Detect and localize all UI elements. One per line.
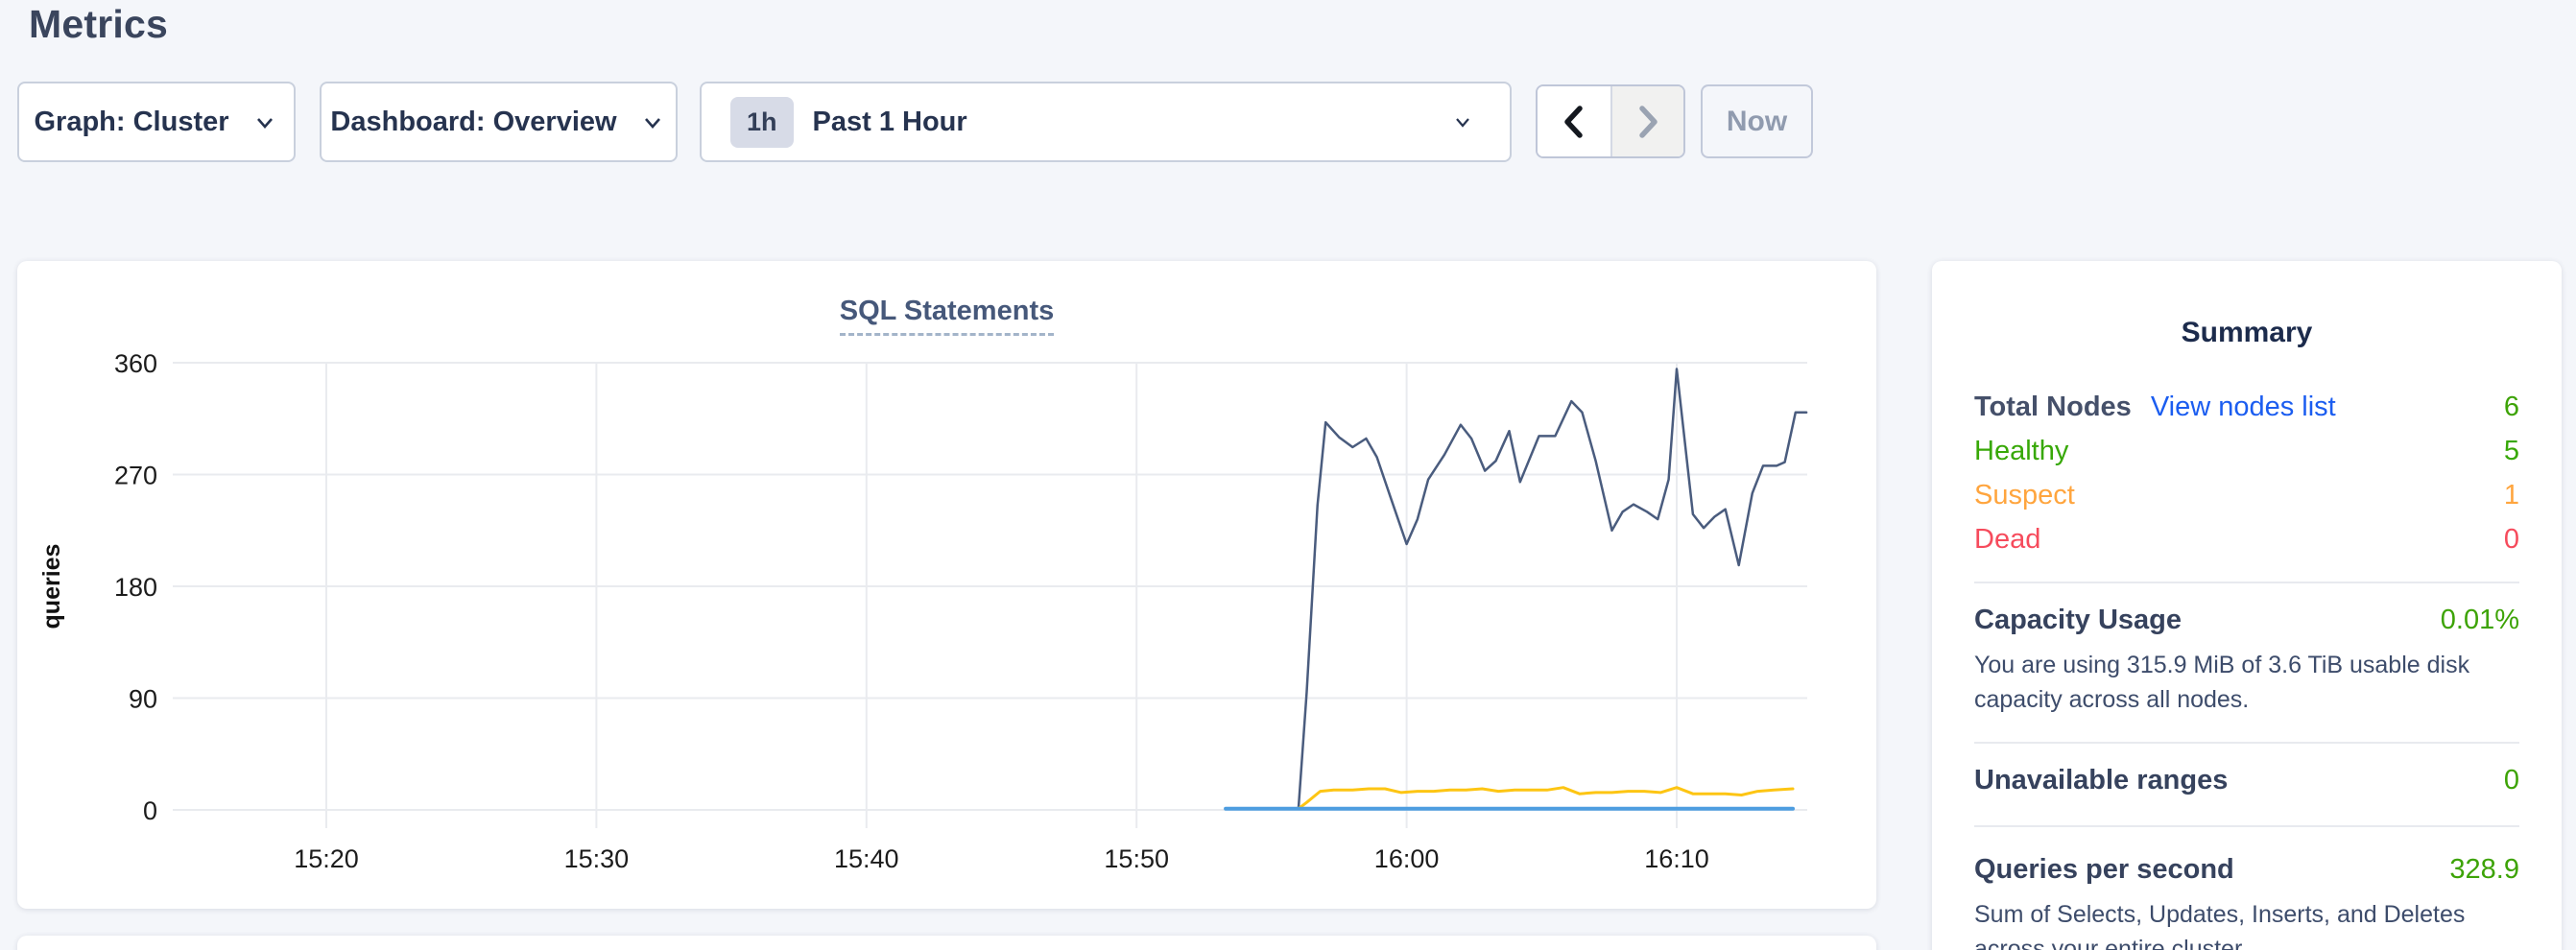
dead-nodes-row: Dead 0 bbox=[1974, 524, 2519, 568]
suspect-label: Suspect bbox=[1974, 480, 2075, 511]
capacity-usage-description: You are using 315.9 MiB of 3.6 TiB usabl… bbox=[1974, 648, 2519, 717]
x-tick-label: 15:20 bbox=[294, 844, 359, 873]
total-nodes-row: Total Nodes View nodes list 6 bbox=[1974, 392, 2519, 436]
queries-per-second-value: 328.9 bbox=[2449, 854, 2519, 886]
x-tick-label: 15:50 bbox=[1104, 844, 1169, 873]
healthy-value: 5 bbox=[2504, 436, 2519, 467]
y-tick-label: 0 bbox=[143, 796, 157, 825]
capacity-usage-value: 0.01% bbox=[2441, 605, 2519, 636]
x-tick-label: 15:40 bbox=[834, 844, 899, 873]
yellow-line bbox=[1299, 788, 1793, 809]
chart-canvas[interactable]: 0 90 180 270 360 15:20 15:30 15:40 15:50 16:00 16:… bbox=[17, 261, 1876, 909]
time-nav-group bbox=[1536, 84, 1685, 158]
dashboard-dropdown-label: Dashboard: Overview bbox=[330, 107, 616, 138]
now-button[interactable]: Now bbox=[1701, 84, 1813, 158]
y-tick-label: 360 bbox=[114, 349, 157, 378]
chevron-right-icon bbox=[1629, 101, 1667, 143]
time-prev-button[interactable] bbox=[1538, 86, 1610, 156]
total-nodes-label: Total Nodes bbox=[1974, 392, 2132, 423]
node-status-list: Total Nodes View nodes list 6 Healthy 5 … bbox=[1974, 392, 2519, 568]
y-axis-label: queries bbox=[38, 544, 65, 629]
dashboard-dropdown[interactable]: Dashboard: Overview bbox=[320, 82, 678, 162]
graph-dropdown[interactable]: Graph: Cluster bbox=[17, 82, 296, 162]
divider bbox=[1974, 742, 2519, 744]
view-nodes-link[interactable]: View nodes list bbox=[2151, 392, 2336, 423]
divider bbox=[1974, 582, 2519, 583]
time-range-label: Past 1 Hour bbox=[813, 107, 967, 138]
summary-title: Summary bbox=[1974, 317, 2519, 349]
dark-blue-line bbox=[1299, 369, 1806, 808]
chevron-left-icon bbox=[1555, 101, 1593, 143]
unavailable-ranges-section: Unavailable ranges 0 bbox=[1974, 765, 2519, 796]
unavailable-ranges-value: 0 bbox=[2504, 765, 2519, 796]
chevron-down-icon bbox=[638, 107, 667, 136]
divider bbox=[1974, 825, 2519, 827]
dead-label: Dead bbox=[1974, 524, 2040, 556]
time-range-selector[interactable]: 1h Past 1 Hour bbox=[700, 82, 1512, 162]
healthy-nodes-row: Healthy 5 bbox=[1974, 436, 2519, 480]
time-next-button[interactable] bbox=[1610, 86, 1683, 156]
queries-per-second-description: Sum of Selects, Updates, Inserts, and De… bbox=[1974, 897, 2519, 950]
graph-dropdown-label: Graph: Cluster bbox=[34, 107, 228, 138]
y-tick-label: 270 bbox=[114, 462, 157, 490]
queries-per-second-label: Queries per second bbox=[1974, 854, 2234, 886]
x-tick-label: 16:10 bbox=[1644, 844, 1709, 873]
x-tick-label: 15:30 bbox=[564, 844, 630, 873]
suspect-nodes-row: Suspect 1 bbox=[1974, 480, 2519, 524]
dead-value: 0 bbox=[2504, 524, 2519, 556]
page-title: Metrics bbox=[29, 2, 168, 47]
queries-per-second-section: Queries per second 328.9 Sum of Selects,… bbox=[1974, 854, 2519, 950]
chevron-down-icon bbox=[250, 107, 279, 136]
suspect-value: 1 bbox=[2504, 480, 2519, 511]
capacity-usage-label: Capacity Usage bbox=[1974, 605, 2182, 636]
capacity-usage-section: Capacity Usage 0.01% You are using 315.9… bbox=[1974, 605, 2519, 717]
sql-statements-chart[interactable]: 0 90 180 270 360 15:20 15:30 15:40 15:50 16:00 16:… bbox=[17, 261, 1876, 909]
healthy-label: Healthy bbox=[1974, 436, 2068, 467]
y-tick-label: 90 bbox=[129, 685, 157, 714]
next-chart-panel bbox=[17, 936, 1876, 950]
chevron-down-icon bbox=[1448, 107, 1477, 136]
y-tick-label: 180 bbox=[114, 573, 157, 602]
unavailable-ranges-label: Unavailable ranges bbox=[1974, 765, 2228, 796]
toolbar: Metrics Graph: Cluster Dashboard: Overvi… bbox=[0, 0, 2576, 173]
summary-panel: Summary Total Nodes View nodes list 6 He… bbox=[1932, 261, 2562, 950]
total-nodes-value: 6 bbox=[2504, 392, 2519, 423]
x-tick-label: 16:00 bbox=[1374, 844, 1440, 873]
chart-panel: SQL Statements 09018027036015:2015:3015:… bbox=[17, 261, 1876, 909]
time-range-badge: 1h bbox=[730, 97, 794, 148]
